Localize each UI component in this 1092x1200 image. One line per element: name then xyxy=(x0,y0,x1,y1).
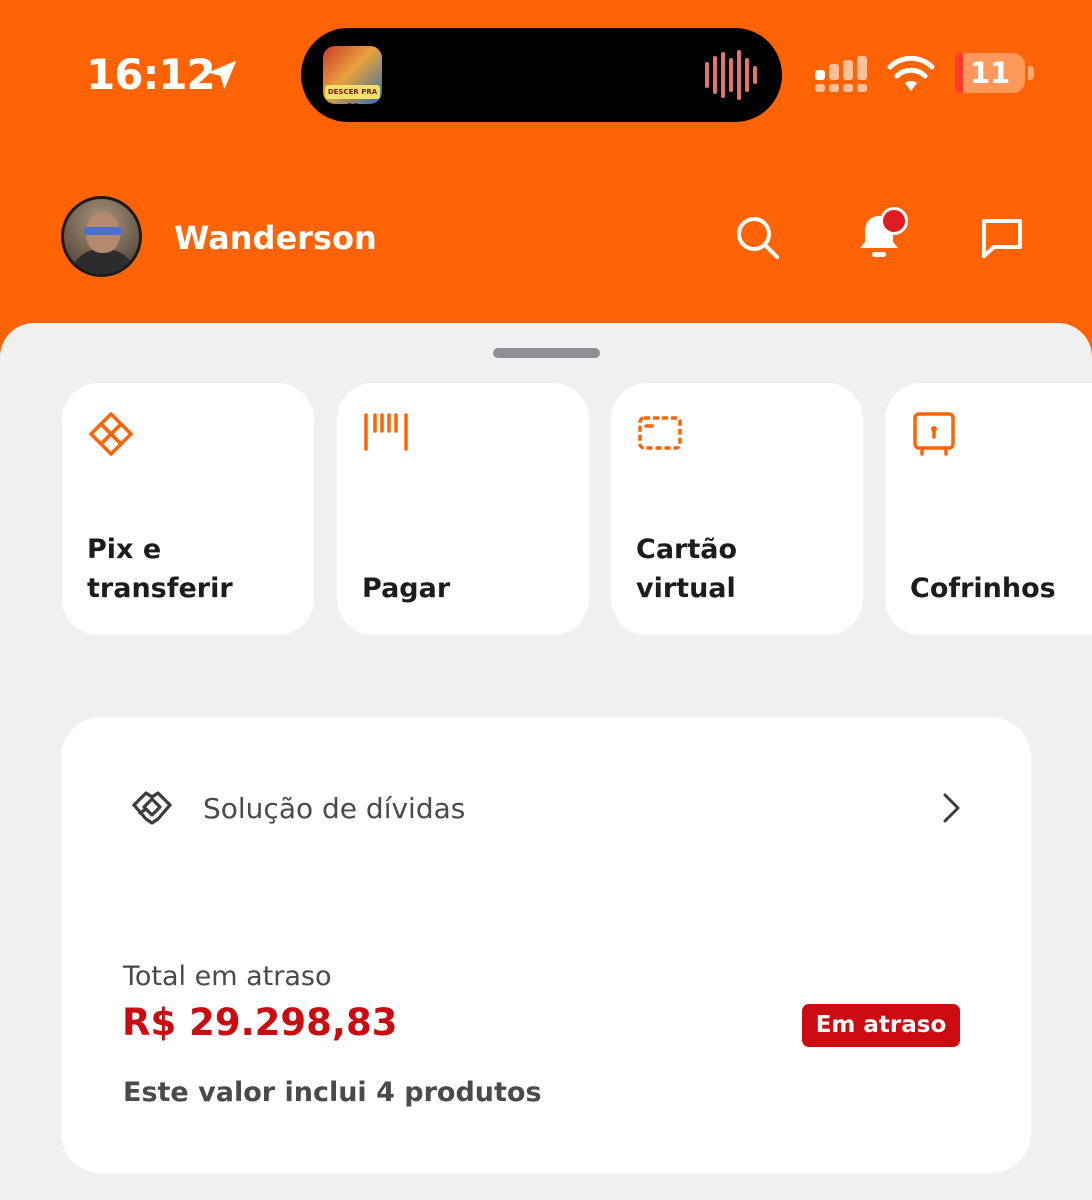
cellular-signal-icon xyxy=(815,56,867,92)
sheet-grabber[interactable] xyxy=(493,348,600,358)
shortcut-pay[interactable]: Pagar xyxy=(337,383,589,635)
battery-cap xyxy=(1028,66,1034,80)
safe-icon xyxy=(913,412,955,456)
pix-icon xyxy=(89,412,133,456)
shortcut-label: Cartão virtual xyxy=(636,534,738,604)
user-name[interactable]: Wanderson xyxy=(174,219,377,257)
overdue-total-value: R$ 29.298,83 xyxy=(122,1001,398,1044)
handshake-icon xyxy=(132,791,172,825)
now-playing-art-text: DESCER PRA BC xyxy=(325,85,380,104)
status-time: 16:12 xyxy=(86,50,216,99)
location-arrow-icon xyxy=(207,60,237,90)
wifi-icon xyxy=(887,55,935,91)
search-icon[interactable] xyxy=(733,213,781,261)
shortcut-savings[interactable]: Cofrinhos xyxy=(885,383,1092,635)
shortcut-label: Pagar xyxy=(362,573,451,604)
shortcut-label: Pix e transferir xyxy=(87,534,233,604)
now-playing-artwork[interactable]: DESCER PRA BC xyxy=(323,46,382,104)
barcode-icon xyxy=(364,413,408,451)
audio-waveform-icon xyxy=(705,50,757,100)
avatar-glasses xyxy=(84,227,122,235)
battery-icon: 11 xyxy=(955,53,1025,93)
battery-level-text: 11 xyxy=(969,56,1011,90)
dynamic-island[interactable]: DESCER PRA BC xyxy=(301,28,782,122)
shortcut-virtual-card[interactable]: Cartão virtual xyxy=(611,383,863,635)
shortcut-label: Cofrinhos xyxy=(910,573,1056,604)
products-note: Este valor inclui 4 produtos xyxy=(123,1077,542,1108)
debt-card-title: Solução de dívidas xyxy=(203,792,466,825)
shortcut-pix[interactable]: Pix e transferir xyxy=(62,383,314,635)
chevron-right-icon[interactable] xyxy=(937,790,965,826)
virtual-card-icon xyxy=(638,416,682,450)
chat-icon[interactable] xyxy=(978,213,1026,261)
overdue-total-label: Total em atraso xyxy=(123,961,332,992)
status-badge: Em atraso xyxy=(802,1004,960,1047)
notification-badge xyxy=(880,207,908,235)
avatar[interactable] xyxy=(61,196,142,277)
